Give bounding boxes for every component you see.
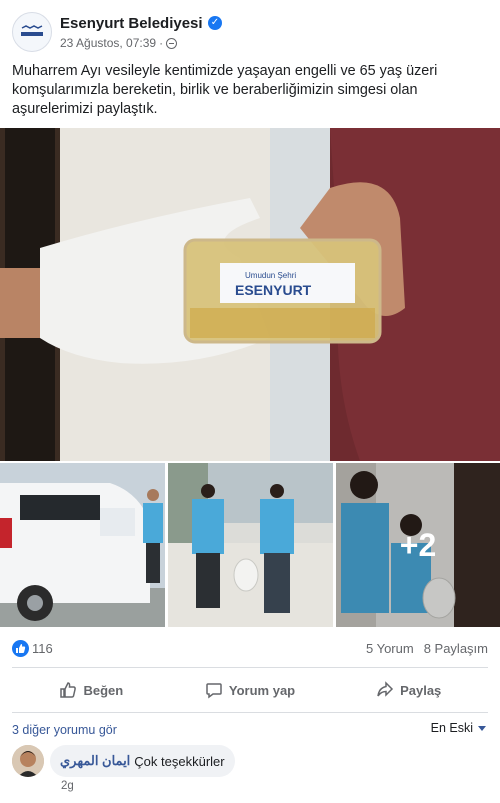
post-date[interactable]: 23 Ağustos, 07:39 <box>60 36 156 50</box>
like-count[interactable]: 116 <box>32 641 53 656</box>
post-header: Esenyurt Belediyesi ✓ 23 Ağustos, 07:39 … <box>12 12 488 54</box>
package-label-small: Umudun Şehri <box>245 271 296 280</box>
share-button[interactable]: Paylaş <box>329 670 488 710</box>
esenyurt-logo-icon <box>18 24 46 40</box>
package-label-big: ESENYURT <box>235 282 312 298</box>
main-photo[interactable]: Umudun Şehri ESENYURT <box>0 128 500 461</box>
thumbnail-2-image <box>168 463 333 627</box>
reaction-bar: 116 5 Yorum 8 Paylaşım <box>12 640 488 658</box>
share-icon <box>377 681 394 697</box>
page-avatar[interactable] <box>12 12 52 52</box>
more-photos-overlay[interactable]: +2 <box>336 463 500 627</box>
comment-button[interactable]: Yorum yap <box>171 670 330 710</box>
post-actions: Beğen Yorum yap Paylaş <box>12 670 488 710</box>
post-text: Muharrem Ayı vesileyle kentimizde yaşaya… <box>12 63 438 117</box>
comment-icon <box>206 683 222 699</box>
globe-icon <box>166 37 178 49</box>
share-label: Paylaş <box>400 682 442 698</box>
commenter-avatar[interactable] <box>12 745 44 777</box>
commenter-name[interactable]: ايمان المهري <box>60 753 130 769</box>
comment-count[interactable]: 5 Yorum <box>366 641 414 656</box>
like-icon <box>60 682 77 698</box>
main-photo-image: Umudun Şehri ESENYURT <box>0 128 500 461</box>
sort-label: En Eski <box>430 721 473 735</box>
comment-timestamp[interactable]: 2g <box>61 780 74 792</box>
post-meta: 23 Ağustos, 07:39 · <box>60 36 178 50</box>
meta-separator: · <box>159 36 164 50</box>
comment-label: Yorum yap <box>228 682 296 698</box>
share-count[interactable]: 8 Paylaşım <box>424 641 488 656</box>
like-button[interactable]: Beğen <box>12 670 171 710</box>
thumbnail-1-image <box>0 463 165 627</box>
post-author[interactable]: Esenyurt Belediyesi <box>60 15 203 32</box>
photo-thumbnail-2[interactable] <box>168 463 333 627</box>
like-label: Beğen <box>83 682 124 698</box>
comment-sort-dropdown[interactable]: En Eski <box>431 721 486 735</box>
divider <box>12 712 488 713</box>
photo-thumbnail-3[interactable]: +2 <box>336 463 500 627</box>
verified-icon: ✓ <box>208 16 222 30</box>
commenter-avatar-image <box>12 745 44 777</box>
engagement-counts: 5 Yorum 8 Paylaşım <box>366 641 488 656</box>
see-more-comments-link[interactable]: 3 diğer yorumu gör <box>12 723 117 737</box>
chevron-down-icon <box>478 725 486 731</box>
comment-bubble: ايمان المهري Çok teşekkürler <box>50 745 235 777</box>
divider <box>12 667 488 668</box>
like-reaction-icon[interactable] <box>12 640 29 657</box>
comment-text: Çok teşekkürler <box>134 753 225 769</box>
photo-thumbnail-1[interactable] <box>0 463 165 627</box>
